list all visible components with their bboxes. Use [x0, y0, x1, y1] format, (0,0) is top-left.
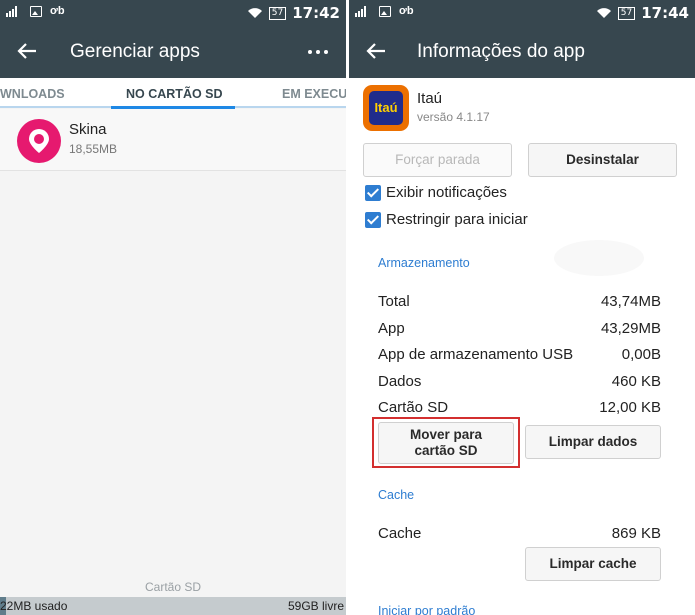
launch-default-heading: Iniciar por padrão	[378, 604, 476, 615]
right-screen: ơb 57 17:44 Informações do app Itaú Itaú…	[349, 0, 695, 615]
force-stop-button[interactable]: Forçar parada	[363, 143, 512, 177]
storage-row-value: 460 KB	[611, 373, 661, 390]
storage-row-usb: App de armazenamento USB 0,00B	[378, 346, 661, 368]
storage-row-label: Cartão SD	[378, 399, 449, 416]
back-arrow-icon[interactable]	[365, 40, 387, 62]
storage-row-label: Total	[378, 293, 410, 310]
checkbox-checked-icon[interactable]	[365, 211, 381, 228]
cache-section-heading: Cache	[378, 488, 415, 502]
app-notification-icon: ơb	[399, 5, 414, 17]
cache-row-value: 869 KB	[611, 525, 661, 542]
image-notification-icon	[379, 5, 391, 17]
storage-row-value: 43,29MB	[600, 320, 661, 337]
clock: 17:44	[641, 4, 689, 22]
restrict-launch-checkbox-row[interactable]: Restringir para iniciar	[365, 211, 528, 228]
page-title: Informações do app	[417, 41, 585, 62]
itau-logo-text: Itaú	[369, 91, 403, 125]
tab-downloads[interactable]: WNLOADS	[0, 87, 65, 101]
cache-row: Cache 869 KB	[378, 525, 661, 547]
storage-label: Cartão SD	[144, 580, 202, 594]
itau-logo-icon: Itaú	[363, 85, 409, 131]
storage-row-value: 0,00B	[621, 346, 661, 363]
app-size: 18,55MB	[69, 142, 118, 156]
storage-row-value: 43,74MB	[600, 293, 661, 310]
storage-row-label: App de armazenamento USB	[378, 346, 574, 363]
battery-icon: 57	[617, 6, 636, 20]
signal-icon	[6, 5, 22, 17]
storage-row-app: App 43,29MB	[378, 320, 661, 342]
checkbox-checked-icon[interactable]	[365, 184, 381, 201]
app-list-item[interactable]: Skina 18,55MB	[0, 109, 346, 171]
app-name: Skina	[69, 121, 107, 138]
uninstall-button[interactable]: Desinstalar	[528, 143, 677, 177]
checkbox-label: Exibir notificações	[386, 184, 507, 201]
storage-row-data: Dados 460 KB	[378, 373, 661, 395]
storage-row-label: Dados	[378, 373, 422, 390]
clock: 17:42	[292, 4, 340, 22]
wifi-icon	[247, 8, 262, 18]
storage-row-total: Total 43,74MB	[378, 293, 661, 315]
app-name: Itaú	[417, 90, 443, 107]
clear-cache-button[interactable]: Limpar cache	[525, 547, 661, 581]
notifications-checkbox-row[interactable]: Exibir notificações	[365, 184, 507, 201]
clear-data-button[interactable]: Limpar dados	[525, 425, 661, 459]
app-bar: Gerenciar apps	[0, 26, 346, 78]
checkbox-label: Restringir para iniciar	[386, 211, 528, 228]
tab-sd-card[interactable]: NO CARTÃO SD	[126, 87, 223, 101]
storage-row-value: 12,00 KB	[599, 399, 661, 416]
storage-usage-bar: 22MB usado 59GB livre	[0, 597, 346, 615]
storage-used-text: 22MB usado	[0, 599, 68, 613]
app-notification-icon: ơb	[50, 5, 65, 17]
blurred-area	[554, 240, 644, 276]
storage-section-heading: Armazenamento	[378, 256, 470, 270]
cache-row-label: Cache	[378, 525, 422, 542]
left-screen: ơb 57 17:42 Gerenciar apps WNLOADS NO CA…	[0, 0, 346, 615]
page-title: Gerenciar apps	[70, 41, 200, 62]
tab-running[interactable]: EM EXECU	[282, 87, 346, 101]
back-arrow-icon[interactable]	[16, 40, 38, 62]
status-bar: ơb 57 17:44	[349, 0, 695, 26]
tab-bar: WNLOADS NO CARTÃO SD EM EXECU	[0, 78, 346, 108]
app-version: versão 4.1.17	[417, 110, 490, 124]
wifi-icon	[596, 8, 611, 18]
battery-icon: 57	[268, 6, 287, 20]
highlight-box	[372, 417, 520, 468]
storage-row-label: App	[378, 320, 405, 337]
storage-free-text: 59GB livre	[287, 599, 344, 613]
image-notification-icon	[30, 5, 42, 17]
status-bar: ơb 57 17:42	[0, 0, 346, 26]
app-bar: Informações do app	[349, 26, 695, 78]
more-options-icon[interactable]	[308, 50, 328, 54]
skina-logo-icon	[17, 119, 61, 163]
signal-icon	[355, 5, 371, 17]
